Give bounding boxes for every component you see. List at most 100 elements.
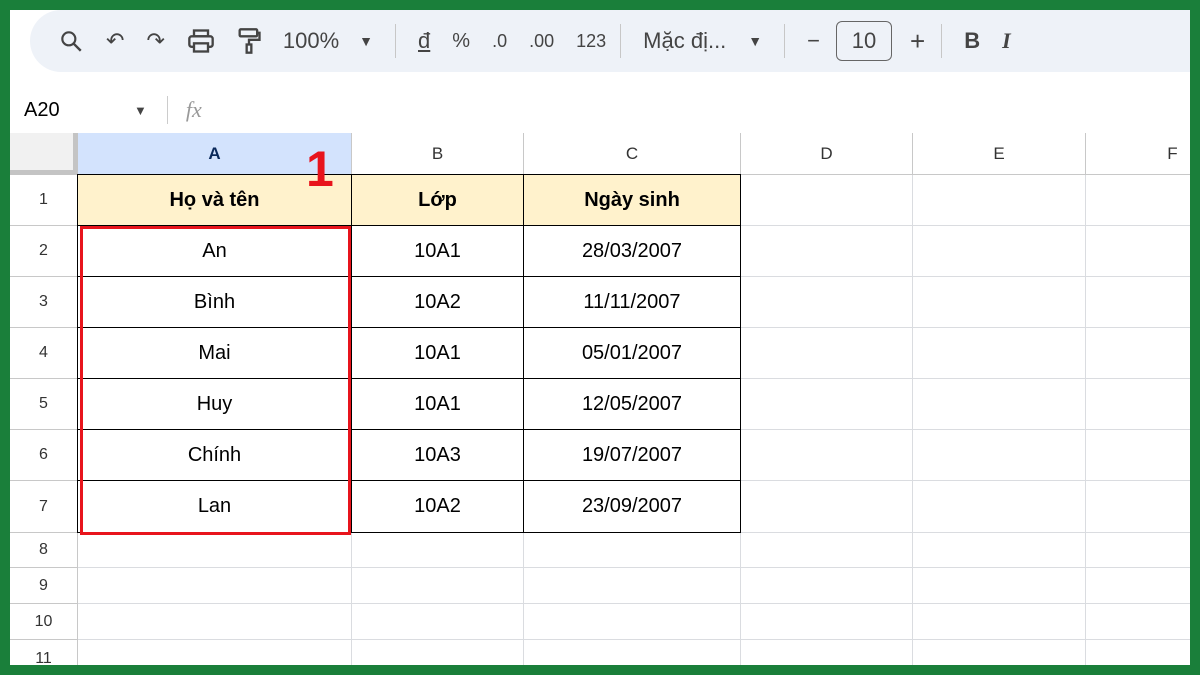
- table-cell[interactable]: 05/01/2007: [523, 327, 741, 379]
- number-format-button[interactable]: 123: [576, 21, 606, 61]
- print-icon[interactable]: [187, 21, 215, 61]
- cell[interactable]: [1086, 430, 1190, 481]
- cell[interactable]: [352, 533, 524, 568]
- cell[interactable]: [352, 604, 524, 640]
- cell[interactable]: [741, 328, 913, 379]
- cell[interactable]: [78, 568, 352, 604]
- divider: [941, 24, 942, 58]
- cell[interactable]: [741, 533, 913, 568]
- cell[interactable]: [741, 430, 913, 481]
- cell[interactable]: [913, 277, 1086, 328]
- cell[interactable]: [1086, 481, 1190, 533]
- cell[interactable]: [741, 640, 913, 665]
- cell[interactable]: [913, 175, 1086, 226]
- cell[interactable]: [1086, 533, 1190, 568]
- cell[interactable]: [741, 175, 913, 226]
- cell[interactable]: [1086, 379, 1190, 430]
- paint-format-icon[interactable]: [237, 21, 261, 61]
- table-cell[interactable]: 11/11/2007: [523, 276, 741, 328]
- cell[interactable]: [913, 226, 1086, 277]
- table-cell[interactable]: 12/05/2007: [523, 378, 741, 430]
- table-cell[interactable]: 10A1: [351, 225, 524, 277]
- decrease-decimal-button[interactable]: .0: [492, 21, 507, 61]
- table-cell[interactable]: 10A1: [351, 378, 524, 430]
- cell[interactable]: [913, 533, 1086, 568]
- undo-icon[interactable]: ↶: [106, 21, 124, 61]
- cell[interactable]: [913, 328, 1086, 379]
- row-header-1[interactable]: 1: [10, 175, 78, 226]
- row-header-10[interactable]: 10: [10, 604, 78, 640]
- cell[interactable]: [524, 568, 741, 604]
- cell[interactable]: [913, 568, 1086, 604]
- divider: [395, 24, 396, 58]
- row-header-11[interactable]: 11: [10, 640, 78, 665]
- table-cell[interactable]: 10A1: [351, 327, 524, 379]
- column-header-c[interactable]: C: [524, 133, 741, 175]
- table-header-cell[interactable]: Lớp: [351, 174, 524, 226]
- cell[interactable]: [1086, 568, 1190, 604]
- currency-button[interactable]: đ: [418, 21, 430, 61]
- column-header-d[interactable]: D: [741, 133, 913, 175]
- font-size-input[interactable]: 10: [836, 21, 892, 61]
- row-header-7[interactable]: 7: [10, 481, 78, 533]
- table-cell[interactable]: 19/07/2007: [523, 429, 741, 481]
- zoom-select[interactable]: 100%▼: [283, 21, 373, 61]
- cell[interactable]: [524, 640, 741, 665]
- row-header-8[interactable]: 8: [10, 533, 78, 568]
- table-cell[interactable]: 10A2: [351, 480, 524, 533]
- chevron-down-icon[interactable]: ▼: [134, 103, 147, 118]
- row-header-2[interactable]: 2: [10, 226, 78, 277]
- font-value: Mặc đị...: [643, 28, 726, 54]
- cell[interactable]: [78, 533, 352, 568]
- cell[interactable]: [913, 481, 1086, 533]
- search-icon[interactable]: [58, 21, 84, 61]
- cell[interactable]: [913, 604, 1086, 640]
- select-all-corner[interactable]: [10, 133, 78, 175]
- cell[interactable]: [524, 604, 741, 640]
- font-select[interactable]: Mặc đị...▼: [643, 21, 762, 61]
- row-header-6[interactable]: 6: [10, 430, 78, 481]
- cell[interactable]: [741, 481, 913, 533]
- row-header-5[interactable]: 5: [10, 379, 78, 430]
- cell[interactable]: [741, 379, 913, 430]
- table-cell[interactable]: 10A3: [351, 429, 524, 481]
- cell[interactable]: [78, 604, 352, 640]
- table-cell[interactable]: 28/03/2007: [523, 225, 741, 277]
- redo-icon[interactable]: ↷: [146, 21, 164, 61]
- bold-button[interactable]: B: [964, 21, 980, 61]
- cell[interactable]: [1086, 277, 1190, 328]
- table-cell[interactable]: 23/09/2007: [523, 480, 741, 533]
- cell[interactable]: [741, 277, 913, 328]
- cell[interactable]: [352, 640, 524, 665]
- row-header-3[interactable]: 3: [10, 277, 78, 328]
- cell[interactable]: [913, 430, 1086, 481]
- increase-decimal-button[interactable]: .00: [529, 21, 554, 61]
- column-header-b[interactable]: B: [352, 133, 524, 175]
- cell[interactable]: [741, 568, 913, 604]
- toolbar: ↶ ↷ 100%▼ đ % .0 .00 123 Mặc đị...▼ − 10…: [30, 10, 1190, 72]
- cell[interactable]: [1086, 175, 1190, 226]
- row-header-9[interactable]: 9: [10, 568, 78, 604]
- cell[interactable]: [78, 640, 352, 665]
- increase-font-size-button[interactable]: +: [910, 21, 925, 61]
- cell[interactable]: [524, 533, 741, 568]
- name-box[interactable]: A20: [24, 99, 134, 122]
- cell[interactable]: [913, 640, 1086, 665]
- cell[interactable]: [1086, 328, 1190, 379]
- row-header-4[interactable]: 4: [10, 328, 78, 379]
- column-header-e[interactable]: E: [913, 133, 1086, 175]
- percent-button[interactable]: %: [452, 21, 470, 61]
- cell[interactable]: [741, 604, 913, 640]
- table-cell[interactable]: 10A2: [351, 276, 524, 328]
- column-header-f[interactable]: F: [1086, 133, 1190, 175]
- cell[interactable]: [1086, 604, 1190, 640]
- italic-button[interactable]: I: [1002, 21, 1011, 61]
- cell[interactable]: [741, 226, 913, 277]
- cell[interactable]: [1086, 226, 1190, 277]
- decrease-font-size-button[interactable]: −: [807, 21, 820, 61]
- cell[interactable]: [913, 379, 1086, 430]
- cell[interactable]: [352, 568, 524, 604]
- table-header-cell[interactable]: Ngày sinh: [523, 174, 741, 226]
- spreadsheet-window: ↶ ↷ 100%▼ đ % .0 .00 123 Mặc đị...▼ − 10…: [10, 10, 1190, 665]
- cell[interactable]: [1086, 640, 1190, 665]
